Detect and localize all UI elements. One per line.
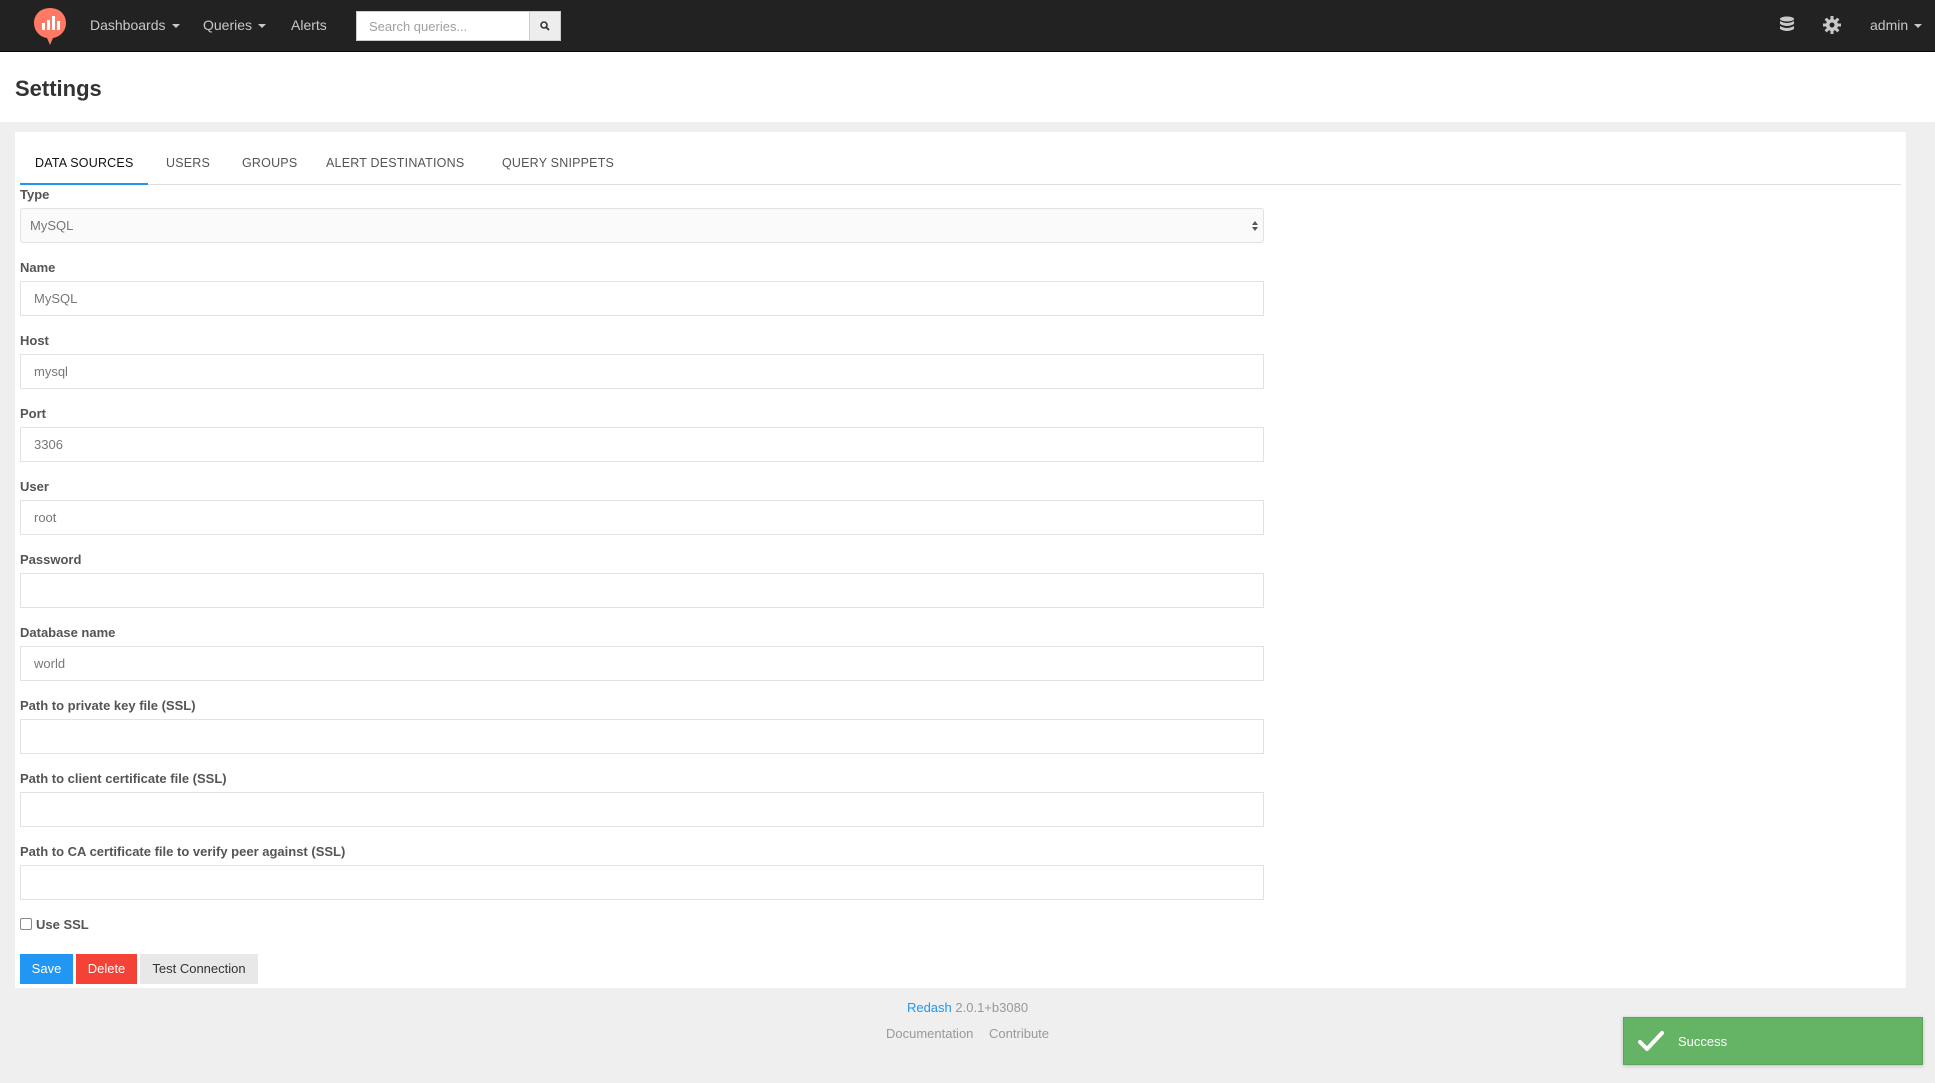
redash-link[interactable]: Redash — [907, 1000, 952, 1015]
settings-card: DATA SOURCES USERS GROUPS ALERT DESTINAT… — [15, 132, 1906, 988]
user-field[interactable] — [20, 500, 1264, 535]
redash-logo-icon[interactable] — [32, 6, 68, 46]
toast-message: Success — [1678, 1033, 1728, 1049]
tab-users[interactable]: USERS — [151, 142, 225, 185]
caret-down-icon — [258, 24, 267, 29]
type-select[interactable]: MySQL — [20, 208, 1264, 243]
page-title: Settings — [15, 76, 102, 101]
password-label: Password — [20, 552, 82, 567]
search-icon — [540, 21, 550, 31]
tab-groups[interactable]: GROUPS — [227, 142, 312, 185]
nav-dashboards-label: Dashboards — [90, 17, 166, 33]
database-name-label: Database name — [20, 625, 116, 640]
ssl-cert-label: Path to client certificate file (SSL) — [20, 771, 227, 786]
nav-alerts-label: Alerts — [291, 17, 327, 33]
user-menu-label: admin — [1870, 17, 1909, 33]
search-input[interactable] — [356, 11, 529, 41]
tab-data-sources[interactable]: DATA SOURCES — [20, 142, 149, 185]
user-menu-dropdown[interactable]: admin — [1870, 0, 1923, 52]
name-field[interactable] — [20, 281, 1264, 316]
nav-queries-label: Queries — [203, 17, 253, 33]
top-navbar: Dashboards Queries Alerts Search queries… — [0, 0, 1935, 52]
select-arrows-icon — [1252, 221, 1258, 231]
port-field[interactable] — [20, 427, 1264, 462]
checkmark-icon — [1638, 1031, 1664, 1051]
search-button[interactable] — [529, 11, 561, 41]
test-connection-button[interactable]: Test Connection — [140, 954, 258, 984]
ssl-cert-field[interactable] — [20, 792, 1264, 827]
tab-alert-destinations[interactable]: ALERT DESTINATIONS — [311, 142, 479, 185]
tab-query-snippets[interactable]: QUERY SNIPPETS — [487, 142, 629, 185]
gear-icon[interactable] — [1822, 15, 1842, 35]
host-label: Host — [20, 333, 49, 348]
nav-alerts-link[interactable]: Alerts — [291, 0, 327, 52]
port-label: Port — [20, 406, 46, 421]
documentation-link[interactable]: Documentation — [886, 1026, 973, 1041]
type-label: Type — [20, 187, 50, 202]
ssl-ca-field[interactable] — [20, 865, 1264, 900]
footer-version: Redash 2.0.1+b3080 — [0, 1000, 1935, 1015]
settings-tabs: DATA SOURCES USERS GROUPS ALERT DESTINAT… — [20, 142, 1901, 185]
database-name-field[interactable] — [20, 646, 1264, 681]
ssl-ca-label: Path to CA certificate file to verify pe… — [20, 844, 346, 859]
user-label: User — [20, 479, 49, 494]
nav-queries-dropdown[interactable]: Queries — [203, 0, 267, 52]
version-text: 2.0.1+b3080 — [955, 1000, 1029, 1015]
password-field[interactable] — [20, 573, 1264, 608]
delete-button[interactable]: Delete — [76, 954, 137, 984]
database-icon[interactable] — [1777, 15, 1797, 35]
use-ssl-row: Use SSL — [20, 916, 89, 932]
use-ssl-checkbox[interactable] — [20, 918, 32, 930]
contribute-link[interactable]: Contribute — [989, 1026, 1049, 1041]
type-select-value: MySQL — [30, 218, 74, 233]
use-ssl-label: Use SSL — [36, 916, 89, 932]
name-label: Name — [20, 260, 56, 275]
caret-down-icon — [1914, 24, 1923, 29]
ssl-key-label: Path to private key file (SSL) — [20, 698, 196, 713]
caret-down-icon — [171, 24, 180, 29]
nav-dashboards-dropdown[interactable]: Dashboards — [90, 0, 180, 52]
save-button[interactable]: Save — [20, 954, 73, 984]
host-field[interactable] — [20, 354, 1264, 389]
page-header: Settings — [0, 52, 1935, 122]
ssl-key-field[interactable] — [20, 719, 1264, 754]
search-bar — [356, 11, 561, 41]
success-toast[interactable]: Success — [1623, 1017, 1923, 1065]
